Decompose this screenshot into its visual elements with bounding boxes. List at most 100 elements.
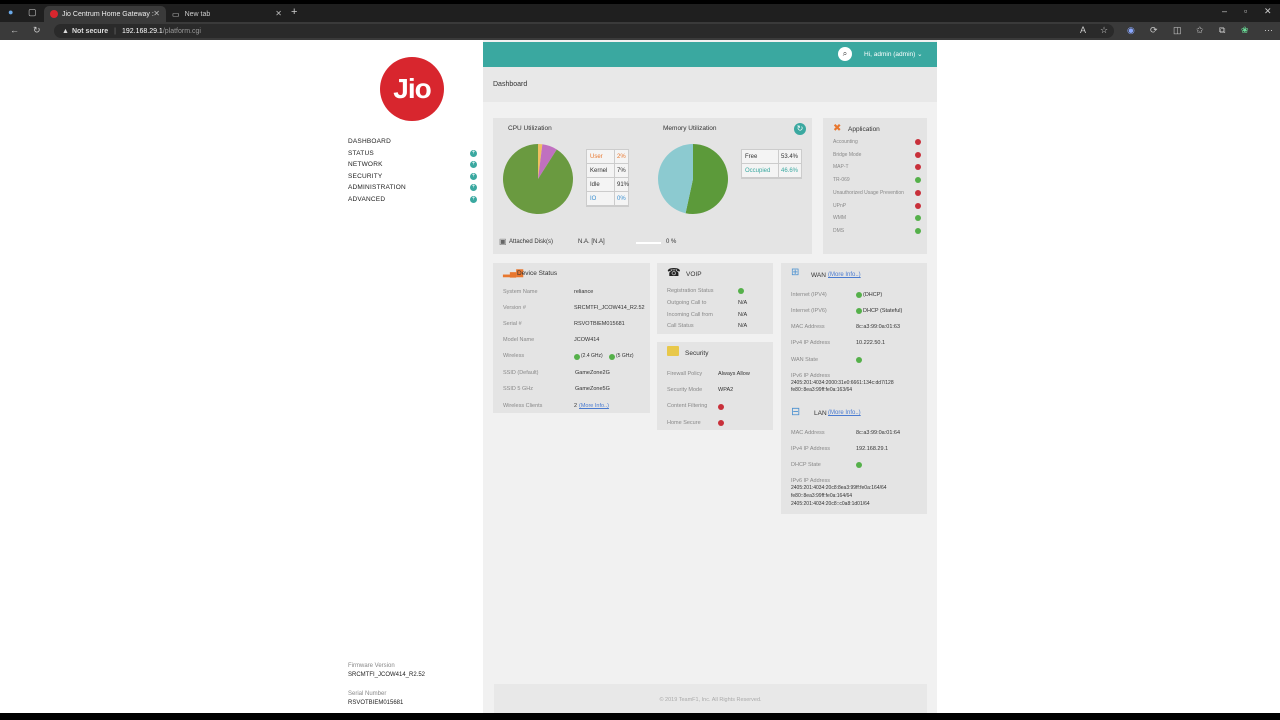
device-status-title: Device Status — [517, 270, 558, 277]
lan-dhcp-label: DHCP State — [791, 462, 821, 468]
minimize-icon[interactable]: – — [1222, 6, 1227, 16]
application-item-label: WMM — [833, 215, 847, 222]
main-content: ⌕ Hi, admin (admin) ⌄ Dashboard CPU Util… — [483, 40, 937, 713]
user-label: Hi, admin (admin) — [864, 51, 916, 58]
favorites-icon[interactable]: ✩ — [1196, 25, 1204, 36]
cpu-legend-name: IO — [590, 196, 597, 202]
copilot-icon[interactable]: ❀ — [1241, 25, 1249, 36]
wireless-clients-more-info-link[interactable]: (More Info..) — [579, 403, 609, 409]
application-item-label: DMS — [833, 227, 845, 234]
memory-legend-name: Free — [745, 154, 758, 160]
nav-administration[interactable]: ADMINISTRATION — [348, 184, 406, 191]
application-item-label: TR-069 — [833, 177, 850, 184]
tab-jio-gateway[interactable]: Jio Centrum Home Gateway : ✕ — [44, 6, 166, 22]
tab-actions-icon[interactable]: ▢ — [28, 7, 37, 18]
search-icon[interactable]: ⌕ — [838, 47, 852, 61]
close-tab-icon[interactable]: ✕ — [153, 9, 160, 18]
browser-window: ● ▢ Jio Centrum Home Gateway : ✕ ▭ New t… — [0, 0, 1280, 720]
model-name-value: JCOW414 — [574, 337, 600, 343]
security-card: Security Firewall Policy Always Allow Se… — [657, 342, 773, 430]
sidebar: Jio DASHBOARD STATUS + NETWORK + SECURIT… — [341, 40, 483, 713]
expand-network-icon[interactable]: + — [470, 161, 477, 168]
wan-ipv4-value: (DHCP) — [863, 292, 883, 298]
wan-ipv6-status-icon — [856, 308, 862, 314]
nav-status[interactable]: STATUS — [348, 150, 374, 157]
model-name-label: Model Name — [503, 337, 535, 343]
nav-security[interactable]: SECURITY — [348, 173, 382, 180]
legend-divider — [614, 192, 615, 206]
wan-lan-card: ⊞ WAN (More Info..) Internet (IPV4) (DHC… — [781, 263, 927, 514]
call-status-label: Call Status — [667, 323, 694, 329]
expand-security-icon[interactable]: + — [470, 173, 477, 180]
security-mode-label: Security Mode — [667, 387, 703, 393]
content-filtering-status-icon — [718, 404, 724, 410]
maximize-icon[interactable]: ▫ — [1244, 6, 1247, 16]
nav-dashboard[interactable]: DASHBOARD — [348, 138, 391, 145]
wan-mac-value: 8c:a3:99:0a:01:63 — [856, 324, 901, 330]
cpu-pie-chart — [503, 144, 573, 214]
lan-dhcp-status-icon — [856, 462, 862, 468]
new-tab-plus-icon[interactable]: + — [291, 6, 297, 18]
cpu-legend-row: IO 0% — [587, 192, 628, 206]
wireless-label: Wireless — [503, 353, 525, 359]
memory-legend-value: 53.4% — [781, 154, 799, 160]
user-menu[interactable]: Hi, admin (admin) ⌄ — [864, 50, 923, 58]
split-screen-icon[interactable]: ◫ — [1173, 25, 1182, 36]
nav-network[interactable]: NETWORK — [348, 161, 383, 168]
lan-ip-label: IPv4 IP Address — [791, 446, 831, 452]
lan-ipv6-address-label: IPv6 IP Address — [791, 478, 831, 484]
serial-number-value: RSVOTBIEM015681 — [574, 321, 625, 327]
disk-icon: ▣ — [499, 237, 507, 246]
application-item-label: MAP-T — [833, 164, 849, 171]
extension-icon[interactable]: ◉ — [1127, 25, 1135, 36]
jio-logo[interactable]: Jio — [380, 57, 444, 121]
lan-more-info-link[interactable]: (More Info..) — [828, 410, 861, 416]
nav-advanced[interactable]: ADVANCED — [348, 196, 385, 203]
version-label: Version # — [503, 305, 526, 311]
cpu-legend-name: Kernel — [590, 168, 608, 174]
expand-administration-icon[interactable]: + — [470, 184, 477, 191]
device-status-card: ▂▄▆ Device Status System Name reliance V… — [493, 263, 650, 413]
expand-advanced-icon[interactable]: + — [470, 196, 477, 203]
profile-icon[interactable]: ● — [8, 7, 13, 17]
phone-icon: ☎ — [667, 267, 681, 279]
tab-strip: ● ▢ Jio Centrum Home Gateway : ✕ ▭ New t… — [0, 4, 1280, 22]
security-label[interactable]: Not secure — [72, 28, 108, 35]
read-aloud-icon[interactable]: A — [1080, 25, 1086, 35]
reload-icon[interactable]: ↻ — [33, 25, 41, 36]
voip-card: ☎ VOIP Registration Status Outgoing Call… — [657, 263, 773, 334]
cpu-legend: User 2% Kernel 7% Idle 91% IO 0% — [586, 149, 629, 207]
close-tab-icon[interactable]: ✕ — [275, 9, 282, 18]
memory-legend-row: Occupied 46.6% — [742, 164, 801, 178]
expand-status-icon[interactable]: + — [470, 150, 477, 157]
cpu-legend-value: 7% — [617, 168, 626, 174]
jio-favicon-icon — [50, 10, 58, 18]
favorite-star-icon[interactable]: ☆ — [1100, 25, 1108, 36]
application-item-label: Unauthorized Usage Prevention — [833, 189, 904, 196]
more-menu-icon[interactable]: ⋯ — [1264, 25, 1273, 36]
application-title: Application — [848, 126, 880, 133]
application-status-icon — [915, 227, 921, 234]
close-window-icon[interactable]: ✕ — [1264, 6, 1272, 17]
application-status-icon — [915, 189, 921, 196]
refresh-icon[interactable]: ↻ — [794, 123, 806, 135]
call-status-value: N/A — [738, 323, 748, 329]
security-title: Security — [685, 350, 709, 357]
refresh-extension-icon[interactable]: ⟳ — [1150, 25, 1158, 36]
collections-icon[interactable]: ⧉ — [1219, 25, 1225, 36]
ssid-5-value: GameZone5G — [575, 386, 610, 392]
lan-ip-value: 192.168.29.1 — [856, 446, 889, 452]
divider: | — [114, 27, 116, 35]
tab-new-tab[interactable]: ▭ New tab ✕ — [166, 6, 288, 22]
cpu-legend-value: 91% — [617, 182, 630, 188]
serial-label: Serial Number — [348, 691, 387, 697]
wireless-5-value: (5 GHz) — [616, 353, 634, 359]
wan-ip-value: 10.222.50.1 — [856, 340, 886, 346]
address-bar[interactable]: ▲ Not secure | 192.168.29.1 /platform.cg… — [54, 24, 1114, 38]
wan-ipv4-label: Internet (IPV4) — [791, 292, 827, 298]
application-status-icon — [915, 177, 921, 184]
copyright-text: © 2019 TeamF1, Inc. All Rights Reserved. — [659, 697, 762, 703]
back-arrow-icon[interactable]: ← — [10, 25, 19, 35]
wan-more-info-link[interactable]: (More Info..) — [828, 272, 861, 278]
content-filtering-label: Content Filtering — [667, 403, 708, 409]
